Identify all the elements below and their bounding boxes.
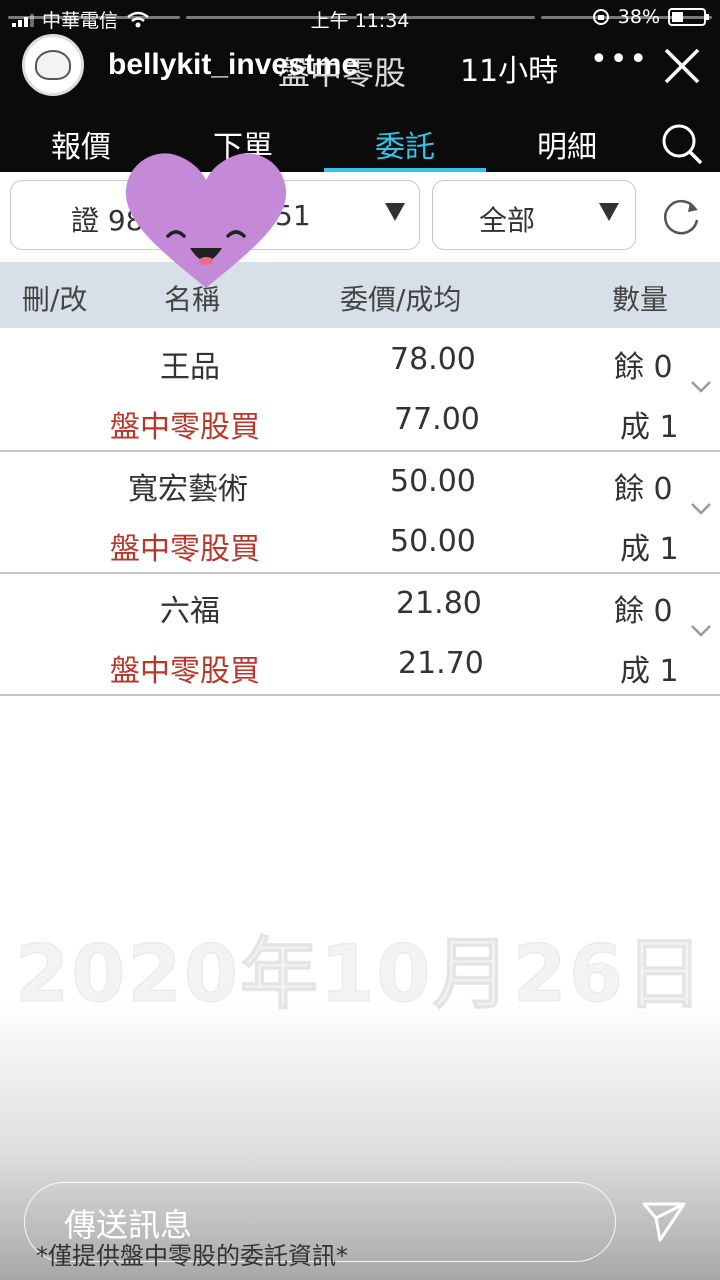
column-header-price: 委價/成均 <box>340 283 462 316</box>
chevron-down-icon[interactable] <box>690 624 712 638</box>
stock-name: 王品 <box>160 350 220 385</box>
column-header-qty: 數量 <box>612 283 669 316</box>
battery-icon <box>668 8 709 26</box>
chevron-down-icon <box>385 203 405 221</box>
filled-qty: 成 1 <box>620 410 679 445</box>
order-price: 21.80 <box>396 586 482 621</box>
chevron-down-icon[interactable] <box>690 502 712 516</box>
order-type-select[interactable]: 全部 <box>432 180 636 250</box>
close-icon[interactable] <box>660 44 704 88</box>
story-header: 盤中零股 bellykit_investme 11小時 ••• <box>0 34 720 100</box>
avg-price: 21.70 <box>398 646 484 681</box>
remaining-qty: 餘 0 <box>614 350 673 385</box>
table-header: 刪/改 名稱 委價/成均 數量 <box>0 262 720 328</box>
order-type-select-value: 全部 <box>479 204 536 237</box>
orientation-lock-icon <box>592 9 609 25</box>
filled-qty: 成 1 <box>620 654 679 689</box>
order-price: 50.00 <box>390 464 476 499</box>
filter-row: 證 98 51 全部 <box>0 180 720 252</box>
status-bar: 中華電信 上午 11:34 38% <box>0 4 720 32</box>
chevron-down-icon <box>599 203 619 221</box>
send-icon[interactable] <box>640 1196 688 1244</box>
story-username[interactable]: bellykit_investme <box>108 48 358 82</box>
avg-price: 77.00 <box>394 402 480 437</box>
remaining-qty: 餘 0 <box>614 594 673 629</box>
story-time-ago: 11小時 <box>460 54 559 89</box>
order-price: 78.00 <box>390 342 476 377</box>
remaining-qty: 餘 0 <box>614 472 673 507</box>
tab-details[interactable]: 明細 <box>486 110 648 172</box>
battery-percent: 38% <box>617 6 660 28</box>
smiling-heart-sticker <box>125 153 287 288</box>
order-type: 盤中零股買 <box>110 532 260 567</box>
chevron-down-icon[interactable] <box>690 380 712 394</box>
more-horizontal-icon[interactable]: ••• <box>590 42 649 77</box>
footnote-text: *僅提供盤中零股的委託資訊* <box>36 1242 348 1270</box>
search-icon[interactable] <box>660 122 704 166</box>
column-header-action: 刪/改 <box>22 283 88 316</box>
table-row[interactable]: 六福 21.80 餘 0 盤中零股買 21.70 成 1 <box>0 574 720 696</box>
refresh-icon[interactable] <box>660 196 702 238</box>
order-type: 盤中零股買 <box>110 654 260 689</box>
avg-price: 50.00 <box>390 524 476 559</box>
table-row[interactable]: 寬宏藝術 50.00 餘 0 盤中零股買 50.00 成 1 <box>0 452 720 574</box>
tab-orders[interactable]: 委託 <box>324 110 486 172</box>
order-type: 盤中零股買 <box>110 410 260 445</box>
main-tabs: 報價 下單 委託 明細 <box>0 110 720 172</box>
filled-qty: 成 1 <box>620 532 679 567</box>
table-row[interactable]: 王品 78.00 餘 0 盤中零股買 77.00 成 1 <box>0 330 720 452</box>
avatar[interactable] <box>22 34 84 96</box>
stock-name: 寬宏藝術 <box>128 472 248 507</box>
stock-name: 六福 <box>160 594 220 629</box>
